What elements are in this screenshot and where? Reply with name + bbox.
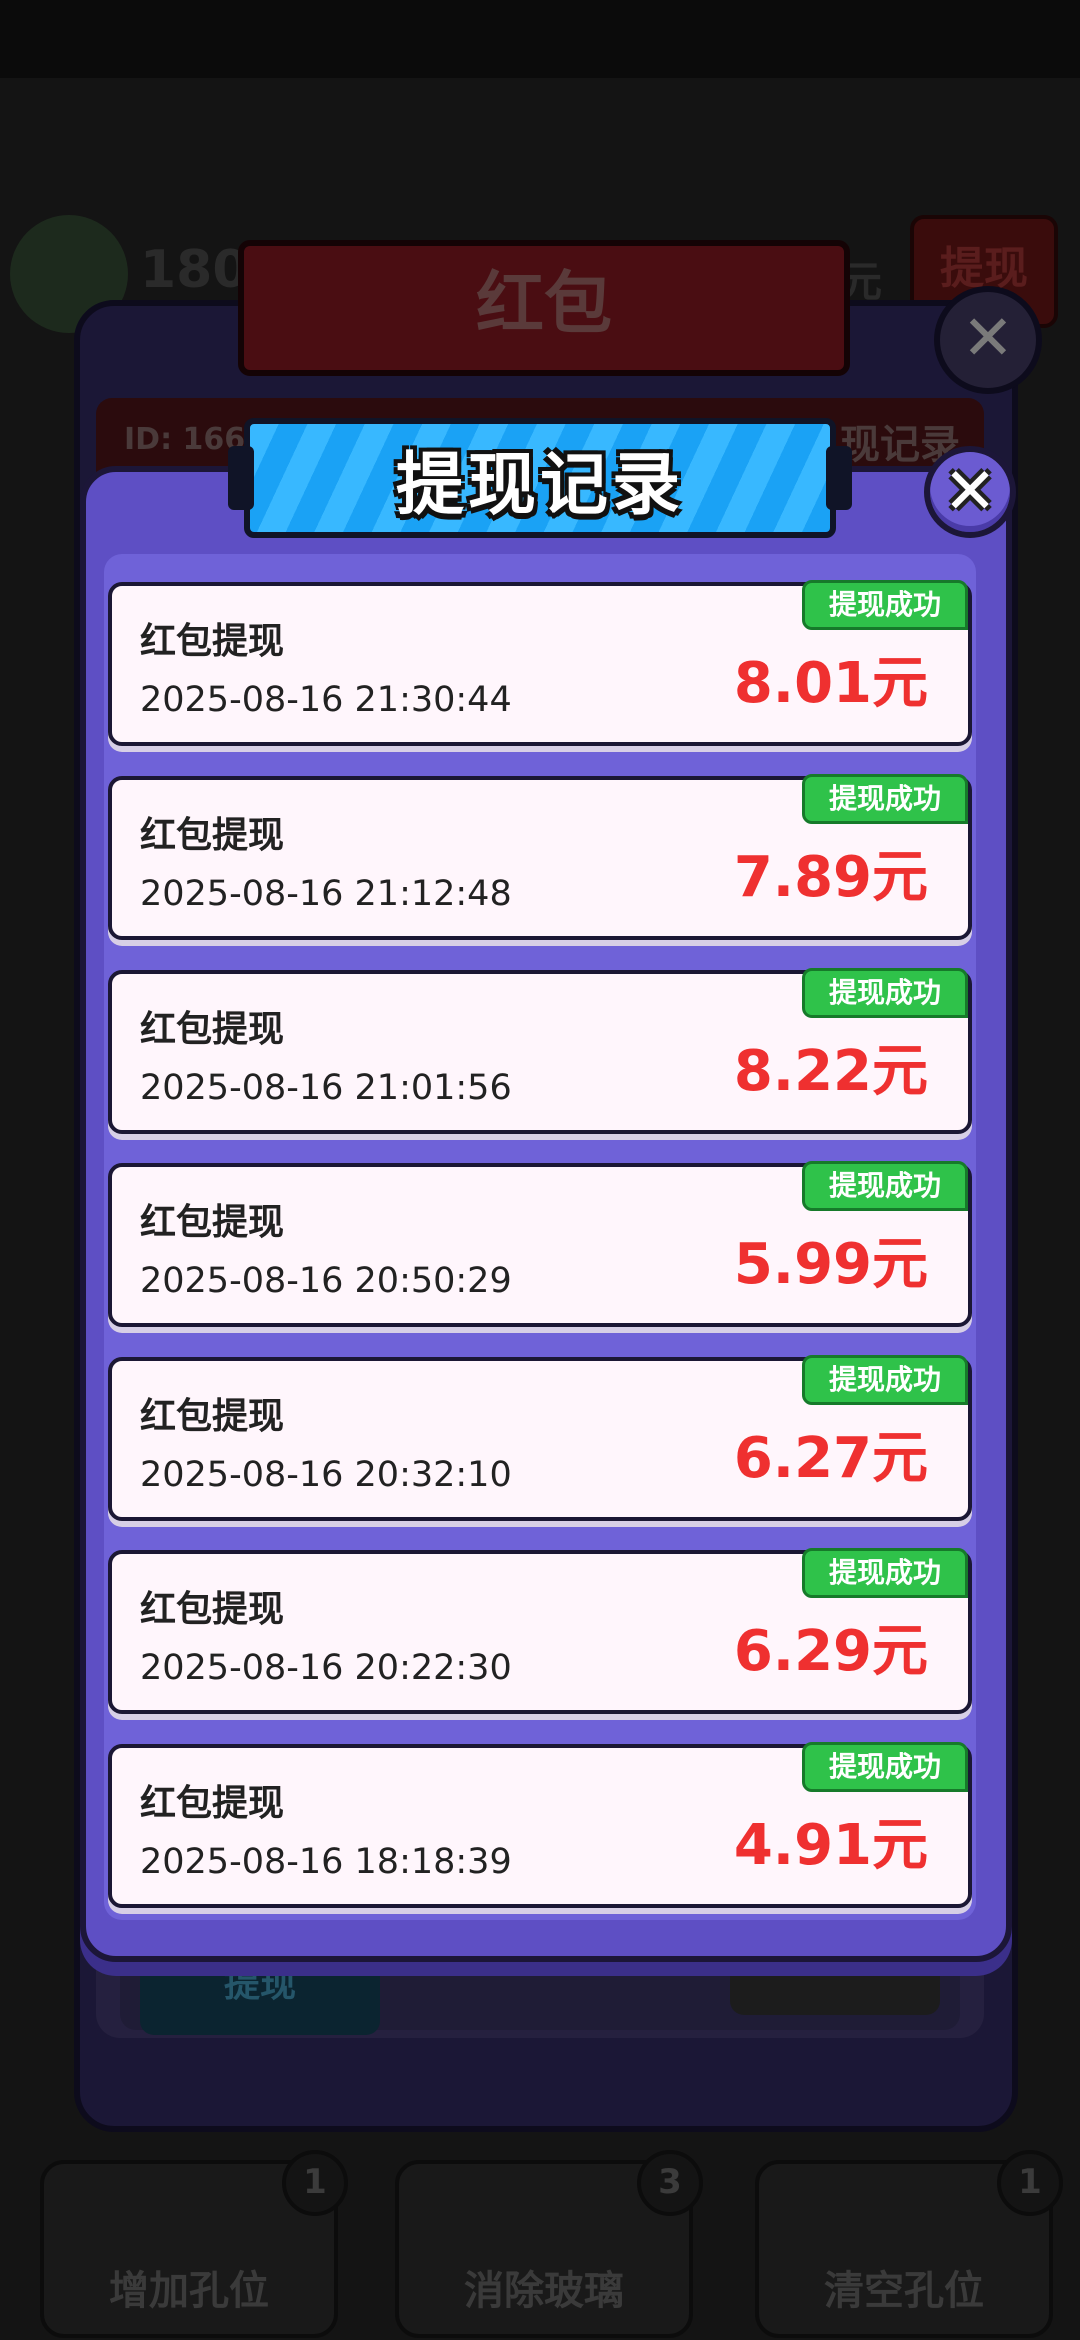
record-title: 红包提现 (140, 1009, 285, 1050)
record-time: 2025-08-16 20:22:30 (140, 1648, 512, 1688)
background-close-icon: ✕ (934, 286, 1042, 394)
record-time: 2025-08-16 20:50:29 (140, 1261, 512, 1301)
record-amount: 6.29元 (733, 1619, 928, 1684)
status-badge: 提现成功 (802, 1548, 968, 1598)
record-amount: 8.01元 (733, 651, 928, 716)
tool-clear-slots: 清空孔位 1 (755, 2150, 1063, 2338)
record-item: 红包提现 2025-08-16 21:01:56 8.22元 提现成功 (108, 968, 972, 1134)
record-item: 红包提现 2025-08-16 20:32:10 6.27元 提现成功 (108, 1355, 972, 1521)
record-time: 2025-08-16 21:30:44 (140, 680, 512, 720)
tool-badge: 1 (997, 2150, 1063, 2216)
record-amount: 5.99元 (733, 1232, 928, 1297)
record-title: 红包提现 (140, 621, 285, 662)
record-title: 红包提现 (140, 1396, 285, 1437)
close-icon: ✕ (943, 455, 997, 529)
modal-title: 提现记录 (395, 445, 684, 525)
record-item: 红包提现 2025-08-16 21:30:44 8.01元 提现成功 (108, 580, 972, 746)
record-time: 2025-08-16 21:12:48 (140, 874, 512, 914)
status-badge: 提现成功 (802, 580, 968, 630)
tool-label: 清空孔位 (824, 2268, 984, 2314)
record-time: 2025-08-16 20:32:10 (140, 1455, 512, 1495)
close-button[interactable]: ✕ (924, 446, 1016, 538)
status-badge: 提现成功 (802, 1161, 968, 1211)
modal-title-banner: 提现记录 (228, 418, 852, 538)
record-amount: 8.22元 (733, 1039, 928, 1104)
tool-label: 消除玻璃 (464, 2268, 624, 2314)
status-badge: 提现成功 (802, 774, 968, 824)
tool-remove-glass: 消除玻璃 3 (395, 2150, 703, 2338)
status-badge: 提现成功 (802, 1355, 968, 1405)
record-time: 2025-08-16 18:18:39 (140, 1842, 512, 1882)
background-title-banner: 红包 (238, 240, 850, 376)
record-title: 红包提现 (140, 1202, 285, 1243)
tool-badge: 1 (282, 2150, 348, 2216)
record-amount: 6.27元 (733, 1426, 928, 1491)
record-amount: 7.89元 (733, 845, 928, 910)
tool-label: 增加孔位 (109, 2268, 269, 2314)
record-item: 红包提现 2025-08-16 20:50:29 5.99元 提现成功 (108, 1161, 972, 1327)
record-amount: 4.91元 (733, 1813, 928, 1878)
record-title: 红包提现 (140, 1783, 285, 1824)
record-title: 红包提现 (140, 1589, 285, 1630)
status-badge: 提现成功 (802, 968, 968, 1018)
record-item: 红包提现 2025-08-16 20:22:30 6.29元 提现成功 (108, 1548, 972, 1714)
status-badge: 提现成功 (802, 1742, 968, 1792)
background-balance: 180 (140, 240, 249, 300)
tool-add-slot: 增加孔位 1 (40, 2150, 348, 2338)
record-item: 红包提现 2025-08-16 18:18:39 4.91元 提现成功 (108, 1742, 972, 1908)
record-item: 红包提现 2025-08-16 21:12:48 7.89元 提现成功 (108, 774, 972, 940)
tool-badge: 3 (637, 2150, 703, 2216)
record-title: 红包提现 (140, 815, 285, 856)
record-time: 2025-08-16 21:01:56 (140, 1068, 512, 1108)
